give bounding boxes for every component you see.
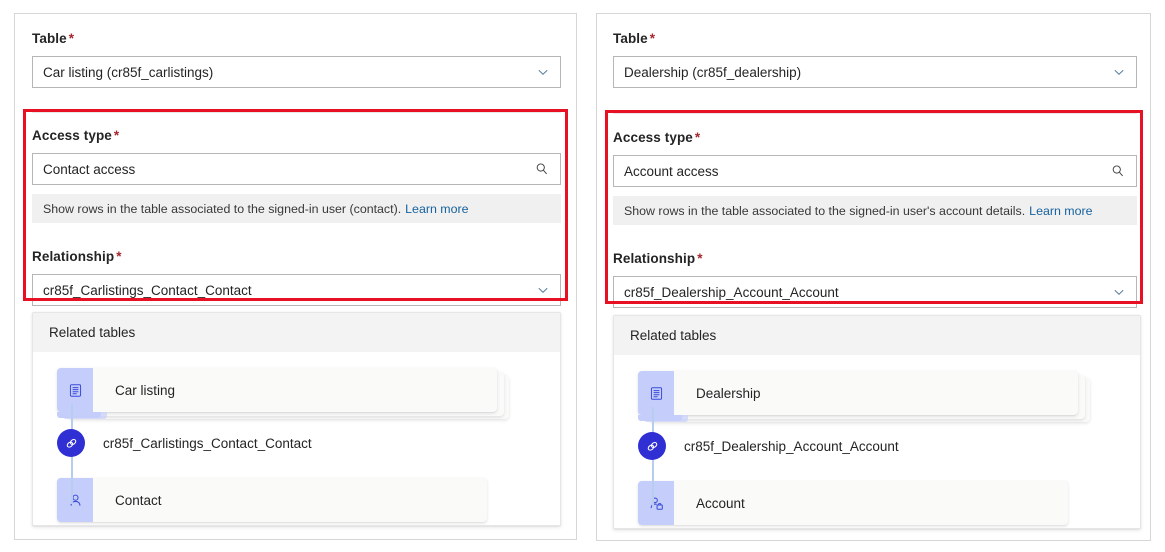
relationship-dropdown-value: cr85f_Carlistings_Contact_Contact <box>43 282 252 298</box>
relationship-field-group: Relationship * cr85f_Carlistings_Contact_… <box>32 248 561 306</box>
chevron-down-icon <box>536 65 550 79</box>
target-table-node[interactable]: Contact <box>57 478 487 522</box>
relationship-node[interactable]: cr85f_Carlistings_Contact_Contact <box>57 429 312 457</box>
access-type-description-bar: Show rows in the table associated to the… <box>32 194 561 223</box>
relationship-dropdown[interactable]: cr85f_Carlistings_Contact_Contact <box>32 274 561 306</box>
relationship-field-label: Relationship * <box>613 250 1137 267</box>
access-type-field-group: Access type * Contact access Show rows in… <box>32 127 561 223</box>
table-dropdown[interactable]: Car listing (cr85f_carlistings) <box>32 56 561 88</box>
table-dropdown-value: Car listing (cr85f_carlistings) <box>43 64 214 80</box>
related-tables-diagram: Dealership cr85f_Dealership_Account_Acco <box>614 355 1140 528</box>
relationship-field-group: Relationship * cr85f_Dealership_Account_A… <box>613 250 1137 308</box>
related-tables-header: Related tables <box>614 316 1140 355</box>
link-icon <box>638 432 666 460</box>
field-divider <box>613 113 1137 114</box>
table-required-asterisk: * <box>68 31 75 46</box>
access-type-description-text: Show rows in the table associated to the… <box>43 201 402 216</box>
target-table-node[interactable]: Account <box>638 481 1068 525</box>
access-type-value: Contact access <box>43 161 136 177</box>
access-type-field-label: Access type * <box>613 129 1137 146</box>
relationship-required-asterisk: * <box>697 251 703 266</box>
search-icon[interactable] <box>1111 164 1125 178</box>
relationship-dropdown[interactable]: cr85f_Dealership_Account_Account <box>613 276 1137 308</box>
target-table-node-label: Account <box>696 495 745 511</box>
screenshot-root: Table * Car listing (cr85f_carlistings) A… <box>0 0 1165 552</box>
relationship-field-label: Relationship * <box>32 248 561 265</box>
related-tables-header: Related tables <box>33 313 560 352</box>
table-label-text: Table <box>32 31 67 46</box>
relationship-node[interactable]: cr85f_Dealership_Account_Account <box>638 432 899 460</box>
search-icon[interactable] <box>535 162 549 176</box>
relationship-dropdown-value: cr85f_Dealership_Account_Account <box>624 284 839 300</box>
access-type-search-input[interactable]: Contact access <box>32 153 561 185</box>
chevron-down-icon <box>1112 285 1126 299</box>
link-icon <box>57 429 85 457</box>
table-field-group: Table * Dealership (cr85f_dealership) <box>613 30 1137 88</box>
access-type-description-text: Show rows in the table associated to the… <box>624 203 1026 218</box>
table-icon <box>638 371 674 415</box>
access-type-required-asterisk: * <box>113 128 120 143</box>
chevron-down-icon <box>1112 65 1126 79</box>
table-required-asterisk: * <box>649 31 656 46</box>
relationship-node-label: cr85f_Dealership_Account_Account <box>684 438 899 454</box>
source-table-node[interactable]: Car listing <box>57 368 497 412</box>
access-type-required-asterisk: * <box>694 130 701 145</box>
target-table-node-label: Contact <box>115 492 162 508</box>
source-table-node-label: Car listing <box>115 382 176 398</box>
relationship-node-label: cr85f_Carlistings_Contact_Contact <box>103 435 312 451</box>
access-type-description-bar: Show rows in the table associated to the… <box>613 196 1137 225</box>
access-type-field-label: Access type * <box>32 127 561 144</box>
table-field-label: Table * <box>613 30 1137 47</box>
field-divider <box>32 112 561 113</box>
account-person-icon <box>638 481 674 525</box>
access-type-search-input[interactable]: Account access <box>613 155 1137 187</box>
access-type-field-group: Access type * Account access Show rows in… <box>613 129 1137 225</box>
access-type-learn-more-link[interactable]: Learn more <box>405 201 468 217</box>
related-tables-card: Related tables <box>613 315 1141 529</box>
table-field-label: Table * <box>32 30 561 47</box>
related-tables-title: Related tables <box>630 328 717 343</box>
source-table-node-label: Dealership <box>696 385 761 401</box>
related-tables-card: Related tables <box>32 312 561 526</box>
node-tab-nub <box>638 415 682 421</box>
related-tables-diagram: Car listing cr85f_Carlistings_Contact_Co… <box>33 352 560 525</box>
table-icon <box>57 368 93 412</box>
person-icon <box>57 478 93 522</box>
access-type-value: Account access <box>624 163 719 179</box>
related-tables-title: Related tables <box>49 325 136 340</box>
access-type-label-text: Access type <box>613 130 693 145</box>
access-type-label-text: Access type <box>32 128 112 143</box>
node-tab-nub <box>57 412 101 418</box>
table-dropdown-value: Dealership (cr85f_dealership) <box>624 64 802 80</box>
relationship-required-asterisk: * <box>116 249 122 264</box>
table-field-group: Table * Car listing (cr85f_carlistings) <box>32 30 561 88</box>
chevron-down-icon <box>536 283 550 297</box>
source-table-node[interactable]: Dealership <box>638 371 1078 415</box>
relationship-label-text: Relationship <box>32 249 115 264</box>
access-type-learn-more-link[interactable]: Learn more <box>1029 203 1092 219</box>
dealership-panel: Table * Dealership (cr85f_dealership) Acc… <box>596 13 1151 541</box>
car-listing-panel: Table * Car listing (cr85f_carlistings) A… <box>14 13 577 540</box>
relationship-label-text: Relationship <box>613 251 696 266</box>
table-label-text: Table <box>613 31 648 46</box>
table-dropdown[interactable]: Dealership (cr85f_dealership) <box>613 56 1137 88</box>
